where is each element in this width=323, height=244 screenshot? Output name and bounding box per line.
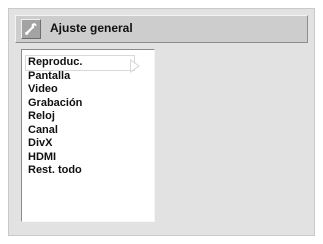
wrench-icon <box>21 19 41 39</box>
settings-panel: Ajuste general Reproduc. Pantalla Video … <box>8 8 315 236</box>
menu-item-grabacion[interactable]: Grabación <box>26 97 152 111</box>
chevron-right-icon-inner <box>131 61 138 71</box>
menu-item-canal[interactable]: Canal <box>26 124 152 138</box>
menu-item-hdmi[interactable]: HDMI <box>26 151 152 165</box>
settings-menu: Reproduc. Pantalla Video Grabación Reloj… <box>21 49 155 222</box>
chevron-right-icon <box>130 59 140 73</box>
page-title: Ajuste general <box>50 21 133 35</box>
menu-item-divx[interactable]: DivX <box>26 137 152 151</box>
settings-menu-list: Reproduc. Pantalla Video Grabación Reloj… <box>25 55 152 178</box>
title-bar: Ajuste general <box>15 15 308 43</box>
menu-item-reproduc[interactable]: Reproduc. <box>25 55 135 71</box>
settings-screen: Ajuste general Reproduc. Pantalla Video … <box>0 0 323 244</box>
menu-item-rest-todo[interactable]: Rest. todo <box>26 164 152 178</box>
menu-item-reloj[interactable]: Reloj <box>26 110 152 124</box>
menu-item-video[interactable]: Video <box>26 83 152 97</box>
